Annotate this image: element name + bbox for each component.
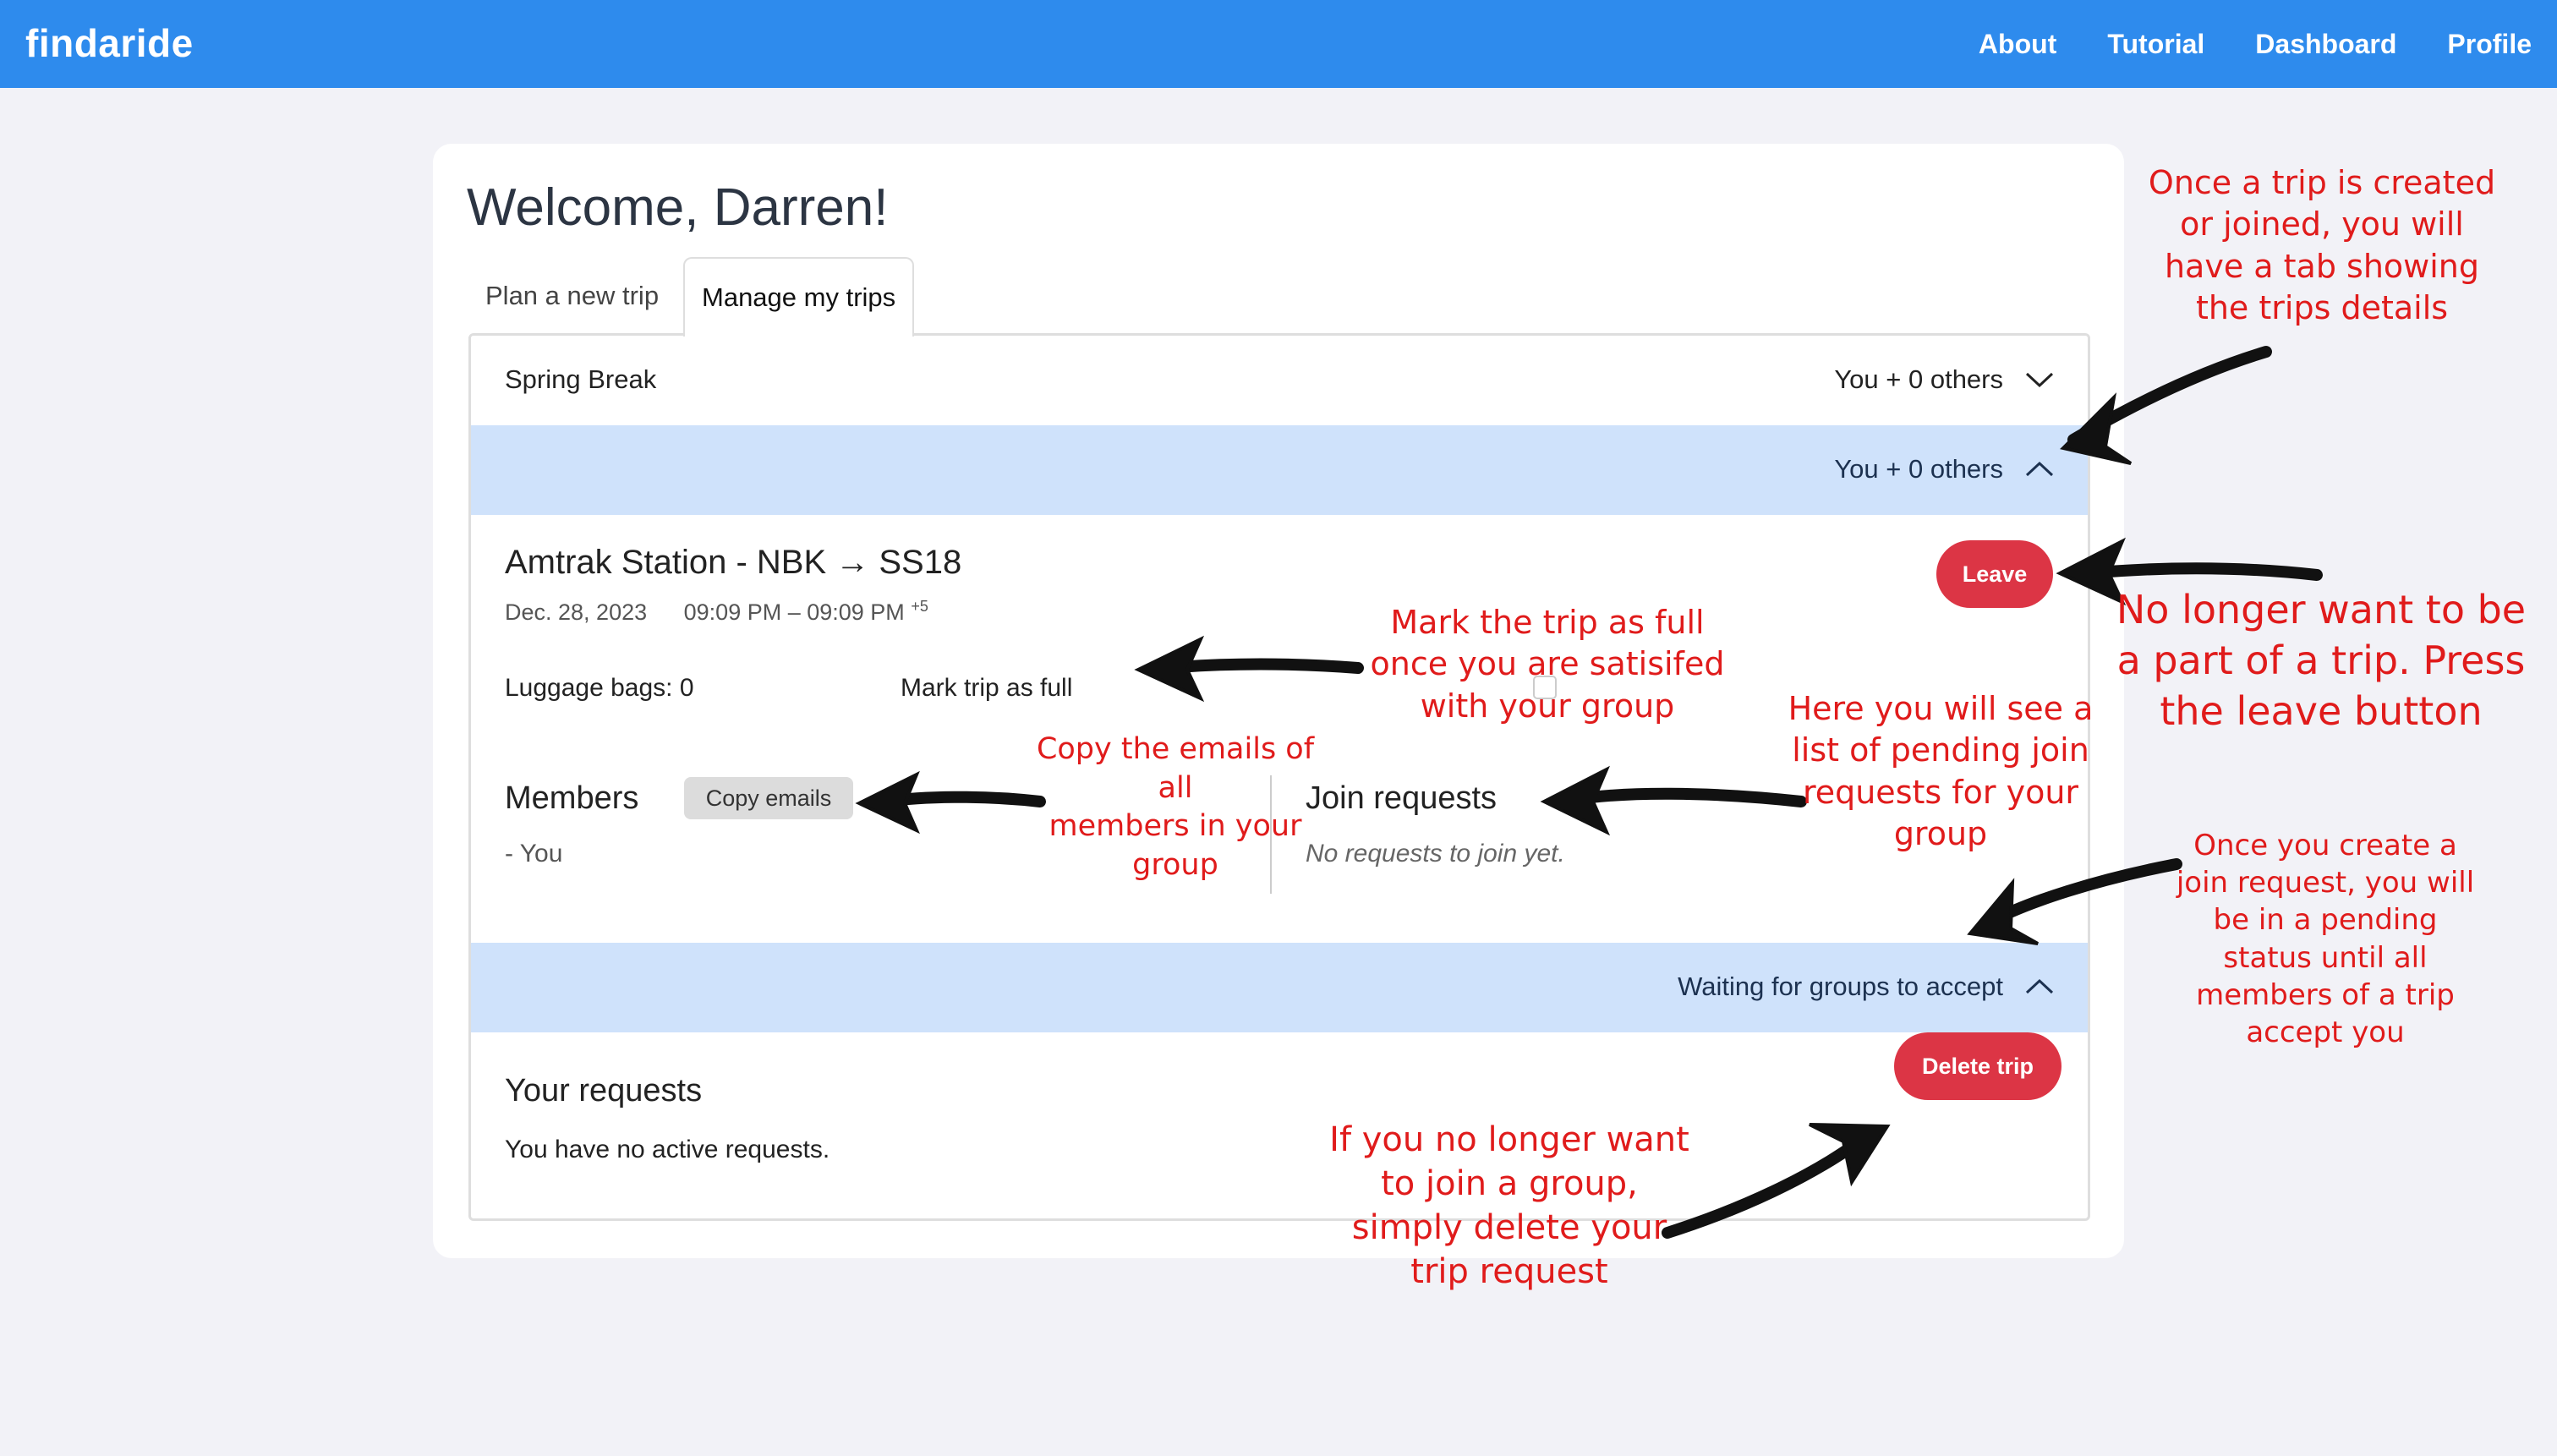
trip-time: 09:09 PM – 09:09 PM bbox=[683, 599, 905, 625]
annotation-leave: No longer want to be a part of a trip. P… bbox=[2116, 587, 2527, 734]
requests-empty: You have no active requests. bbox=[505, 1136, 830, 1163]
chevron-up-icon[interactable] bbox=[2025, 461, 2054, 478]
requests-summary: Waiting for groups to accept bbox=[1678, 972, 2054, 1002]
tab-manage-my-trips[interactable]: Manage my trips bbox=[683, 257, 915, 337]
requests-header[interactable]: Waiting for groups to accept bbox=[471, 943, 2088, 1032]
trip-details-summary: You + 0 others bbox=[1834, 454, 2054, 484]
trip-details-summary-label: You + 0 others bbox=[1834, 454, 2003, 484]
trip-name: Spring Break bbox=[505, 364, 657, 394]
trip-time-offset: +5 bbox=[911, 598, 928, 615]
tab-plan-new-trip[interactable]: Plan a new trip bbox=[468, 257, 676, 335]
trip-summary: You + 0 others bbox=[1834, 364, 2054, 395]
nav-links: About Tutorial Dashboard Profile bbox=[1979, 29, 2532, 60]
navbar: findaride About Tutorial Dashboard Profi… bbox=[0, 0, 2557, 88]
annotation-copy-emails: Copy the emails of all members in your g… bbox=[1036, 732, 1315, 882]
mark-full-label: Mark trip as full bbox=[901, 674, 1073, 702]
annotation-mark-full: Mark the trip as full once you are satis… bbox=[1370, 604, 1725, 725]
chevron-up-icon[interactable] bbox=[2025, 978, 2054, 995]
nav-link-profile[interactable]: Profile bbox=[2447, 29, 2532, 60]
brand-logo[interactable]: findaride bbox=[25, 20, 194, 66]
annotation-delete: If you no longer want to join a group, s… bbox=[1329, 1120, 1689, 1291]
nav-link-tutorial[interactable]: Tutorial bbox=[2107, 29, 2204, 60]
delete-trip-button[interactable]: Delete trip bbox=[1894, 1032, 2061, 1100]
luggage-count: Luggage bags: 0 bbox=[505, 674, 694, 702]
members-heading: Members bbox=[505, 780, 639, 816]
member-item: - You bbox=[505, 840, 563, 868]
leave-button[interactable]: Leave bbox=[1936, 540, 2053, 608]
join-requests-empty: No requests to join yet. bbox=[1306, 840, 1565, 868]
annotation-join-requests: Here you will see a list of pending join… bbox=[1788, 690, 2094, 853]
trip-details-header[interactable]: You + 0 others bbox=[471, 425, 2088, 515]
copy-emails-button[interactable]: Copy emails bbox=[684, 777, 853, 819]
annotation-tab: Once a trip is created or joined, you wi… bbox=[2148, 164, 2496, 327]
nav-link-about[interactable]: About bbox=[1979, 29, 2056, 60]
requests-header-label: Waiting for groups to accept bbox=[1678, 972, 2003, 1001]
page-title: Welcome, Darren! bbox=[467, 178, 889, 237]
chevron-down-icon[interactable] bbox=[2025, 371, 2054, 388]
your-requests-heading: Your requests bbox=[505, 1073, 703, 1108]
trip-date: Dec. 28, 2023 bbox=[505, 599, 648, 625]
trip-summary-label: You + 0 others bbox=[1834, 364, 2003, 394]
trip-accordion-header[interactable]: Spring Break You + 0 others bbox=[471, 336, 2088, 425]
annotation-pending: Once you create a join request, you will… bbox=[2176, 829, 2475, 1049]
nav-link-dashboard[interactable]: Dashboard bbox=[2255, 29, 2396, 60]
trip-route: Amtrak Station - NBK → SS18 bbox=[505, 544, 962, 581]
trip-datetime: Dec. 28, 2023 09:09 PM – 09:09 PM +5 bbox=[505, 598, 928, 626]
